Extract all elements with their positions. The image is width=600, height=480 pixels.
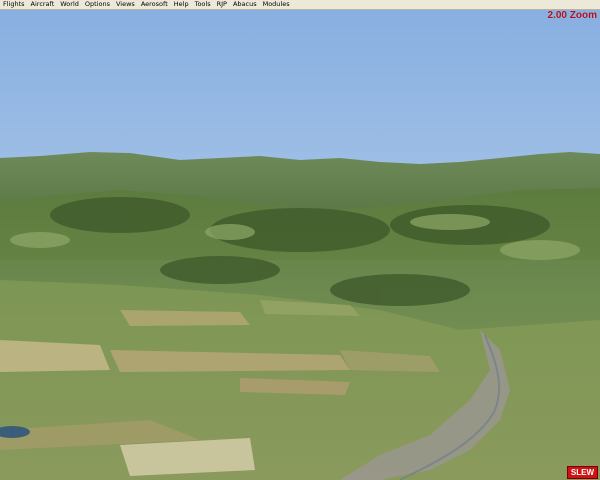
menu-options[interactable]: Options (82, 0, 113, 9)
slew-indicator: SLEW (566, 466, 598, 479)
menu-bar: Flights Aircraft World Options Views Aer… (0, 0, 600, 10)
menu-modules[interactable]: Modules (260, 0, 293, 9)
menu-aircraft[interactable]: Aircraft (28, 0, 58, 9)
scenery-view[interactable] (0, 0, 600, 480)
menu-rjp[interactable]: RJP (214, 0, 230, 9)
menu-world[interactable]: World (57, 0, 82, 9)
menu-aerosoft[interactable]: Aerosoft (138, 0, 171, 9)
menu-abacus[interactable]: Abacus (230, 0, 260, 9)
menu-tools[interactable]: Tools (192, 0, 214, 9)
menu-views[interactable]: Views (113, 0, 138, 9)
menu-help[interactable]: Help (171, 0, 192, 9)
zoom-indicator: 2.00 Zoom (547, 10, 597, 21)
menu-flights[interactable]: Flights (0, 0, 28, 9)
